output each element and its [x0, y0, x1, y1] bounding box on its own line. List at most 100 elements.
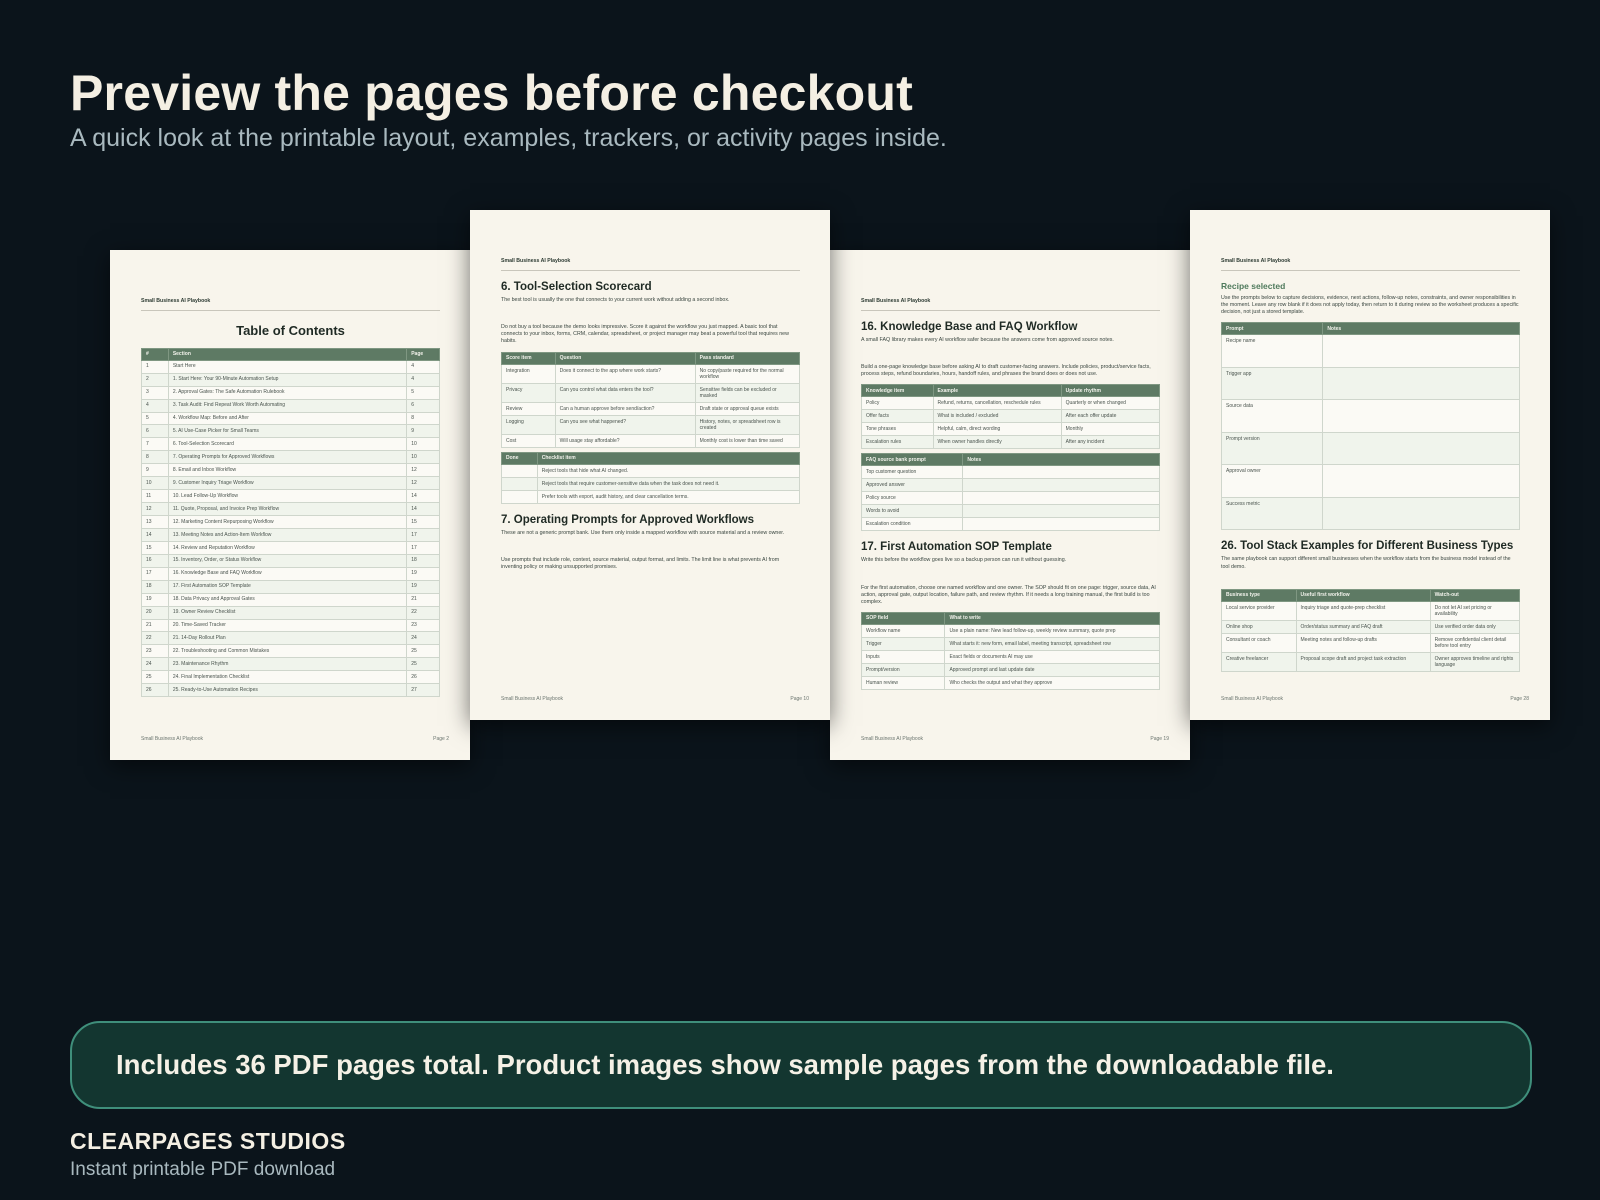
table-cell: 25	[406, 657, 440, 672]
table-cell: What starts it: new form, email label, m…	[944, 636, 1160, 651]
table-cell: Prefer tools with export, audit history,…	[536, 489, 801, 504]
column-header: Update rhythm	[1060, 384, 1161, 398]
table-cell: 21	[406, 592, 440, 607]
table-cell	[501, 463, 538, 478]
table-cell: 19	[406, 579, 440, 594]
table-row: Approval owner	[1220, 464, 1520, 498]
table-row: 5 4. Workflow Map: Before and After 8	[141, 411, 440, 426]
table-cell: Helpful, calm, direct wording	[932, 422, 1062, 437]
section-heading: 7. Operating Prompts for Approved Workfl…	[501, 513, 755, 526]
table-row: 14 13. Meeting Notes and Action-Item Work…	[141, 527, 440, 542]
table-cell: 9. Customer Inquiry Triage Workflow	[167, 476, 408, 491]
table-cell: 4. Workflow Map: Before and After	[167, 411, 408, 426]
table-cell	[1322, 464, 1520, 498]
table-row: Offer facts What is included / excluded Af…	[861, 409, 1161, 424]
table-cell: 20. Time-Saved Tracker	[167, 618, 408, 633]
table-cell: Meeting notes and follow-up drafts	[1295, 632, 1431, 653]
column-header: What to write	[944, 611, 1160, 625]
table-row: Integration Does it connect to the app wh…	[501, 363, 801, 384]
table-row: 4 3. Task Audit: Find Repeat Work Worth A…	[141, 398, 440, 413]
table-row: Review Can a human approve before send/ac…	[501, 401, 801, 416]
column-header: Notes	[962, 453, 1160, 467]
table-cell: Reject tools that require customer-sensi…	[536, 476, 801, 491]
table-cell: Trigger	[860, 636, 946, 651]
table-header-row: FAQ source bank prompt Notes	[860, 453, 1160, 467]
section-heading: 16. Knowledge Base and FAQ Workflow	[861, 321, 1078, 333]
page-count-banner: Includes 36 PDF pages total. Product ima…	[70, 1021, 1532, 1109]
table-row: Prompt/version Approved prompt and last u…	[860, 662, 1160, 677]
table-row: 26 25. Ready-to-Use Automation Recipes 27	[141, 683, 440, 698]
table-cell: 4	[141, 398, 169, 413]
table-cell: Will usage stay affordable?	[554, 433, 696, 448]
table-row: 19 18. Data Privacy and Approval Gates 21	[141, 592, 440, 607]
column-header: Example	[932, 384, 1062, 398]
section-intro: The best tool is usually the one that co…	[501, 297, 730, 303]
table-cell: Inputs	[860, 649, 946, 664]
table-cell: 8	[141, 450, 169, 465]
table-cell: 19	[141, 592, 169, 607]
table-cell: Prompt version	[1220, 431, 1324, 466]
table-cell: Use verified order data only	[1429, 619, 1521, 634]
table-header-row: Business type Useful first workflow Watch-…	[1221, 588, 1521, 602]
table-row: Recipe name	[1220, 334, 1520, 368]
column-header: Page	[406, 348, 440, 361]
table-cell: Start Here	[167, 359, 408, 374]
brand-name: CLEARPAGES STUDIOS	[70, 1128, 346, 1154]
preview-page-19: Small Business AI Playbook 16. Knowledge…	[830, 250, 1190, 760]
table-cell: 16	[141, 553, 169, 568]
table-cell: Proposal scope draft and project task ex…	[1295, 651, 1431, 672]
preview-page-28: Small Business AI Playbook Recipe select…	[1190, 210, 1550, 720]
table-row: 20 19. Owner Review Checklist 22	[141, 605, 440, 620]
table-cell: Who checks the output and what they appr…	[944, 675, 1160, 690]
table-cell: 6	[406, 398, 440, 413]
table-cell: 17	[406, 540, 440, 555]
table-row: Escalation rules When owner handles direc…	[861, 435, 1161, 450]
table-cell: 9	[141, 463, 169, 478]
column-header: Score item	[501, 351, 556, 365]
table-cell: Offer facts	[861, 409, 934, 424]
table-row: Top customer question	[860, 465, 1160, 480]
table-cell	[1322, 334, 1520, 368]
table-cell: 22. Troubleshooting and Common Mistakes	[167, 644, 408, 659]
column-header: Pass standard	[694, 351, 801, 365]
table-row: Approved answer	[860, 478, 1160, 493]
section-body: Do not buy a tool because the demo looks…	[501, 324, 789, 345]
page-header: Small Business AI Playbook	[1221, 258, 1520, 271]
table-cell: 15	[406, 515, 440, 529]
column-header: Section	[167, 348, 408, 361]
hero-title: Preview the pages before checkout	[70, 65, 914, 121]
table-cell: 23	[406, 618, 440, 633]
table-cell: Inquiry triage and quote-prep checklist	[1295, 600, 1431, 621]
table-cell: Exact fields or documents AI may use	[944, 649, 1160, 664]
table-cell: 6	[141, 424, 169, 439]
table-cell: Escalation rules	[861, 435, 934, 450]
table-row: 25 24. Final Implementation Checklist 26	[141, 670, 440, 685]
column-header: SOP field	[860, 611, 946, 625]
table-row: 3 2. Approval Gates: The Safe Automation …	[141, 385, 440, 400]
table-row: Trigger app	[1220, 366, 1520, 401]
table-row: Cost Will usage stay affordable? Monthly c…	[501, 433, 801, 448]
footer-title: Small Business AI Playbook	[141, 736, 203, 742]
table-row: Success metric	[1220, 496, 1520, 531]
table-cell: Monthly	[1060, 422, 1161, 437]
table-cell: Refund, returns, cancellation, reschedul…	[932, 396, 1062, 411]
table-cell	[1322, 399, 1520, 433]
column-header: Question	[554, 351, 696, 365]
table-cell: Monthly cost is lower than time saved	[694, 433, 801, 448]
table-cell: Approval owner	[1220, 464, 1324, 498]
footer-page-number: Page 19	[1150, 736, 1169, 742]
table-row: Inputs Exact fields or documents AI may u…	[860, 649, 1160, 664]
table-cell: 11	[141, 489, 169, 504]
footer-page-number: Page 10	[790, 696, 809, 702]
table-cell: Can you control what data enters the too…	[554, 382, 696, 403]
table-row: Privacy Can you control what data enters …	[501, 382, 801, 403]
table-cell: 18. Data Privacy and Approval Gates	[167, 592, 408, 607]
table-row: 22 21. 14-Day Rollout Plan 24	[141, 631, 440, 646]
table-cell: Local service provider	[1221, 600, 1297, 621]
table-cell: 17	[406, 527, 440, 542]
scorecard-table: Score item Question Pass standard Integrati…	[501, 351, 801, 448]
page-footer: Small Business AI Playbook Page 28	[1221, 696, 1529, 702]
table-cell: Escalation condition	[860, 517, 964, 532]
table-header-row: Prompt Notes	[1220, 322, 1520, 336]
table-cell: 12. Marketing Content Repurposing Workfl…	[167, 515, 408, 529]
